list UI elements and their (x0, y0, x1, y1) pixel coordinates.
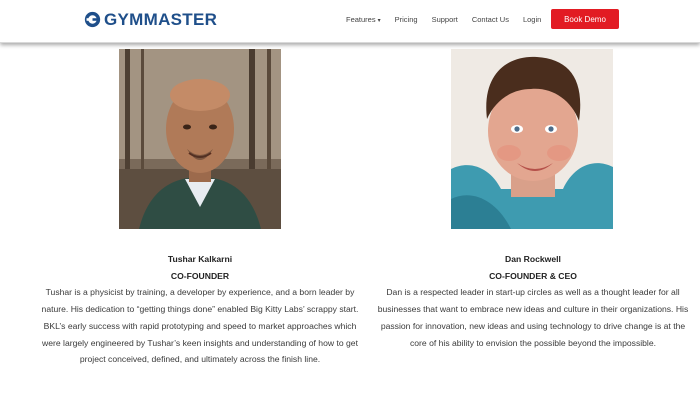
nav-item-features-label: Features (346, 14, 376, 24)
book-demo-button[interactable]: Book Demo (551, 9, 619, 29)
nav-item-contact[interactable]: Contact Us (472, 15, 509, 24)
nav-item-features[interactable]: Features ▾ (346, 15, 381, 24)
profile-name: Tushar Kalkarni (167, 254, 233, 264)
top-navbar: GYMMASTER Features ▾ Pricing Support Cont… (0, 0, 700, 43)
profile-photo-dan (451, 49, 613, 229)
brand-logo[interactable]: GYMMASTER (84, 9, 217, 29)
brand-name: GYMMASTER (104, 9, 218, 29)
profile-bio: Dan is a respected leader in start-up ci… (377, 287, 689, 348)
profile-name: Dan Rockwell (505, 254, 561, 264)
nav-menu: Features ▾ Pricing Support Contact Us Log… (346, 0, 555, 38)
nav-item-support[interactable]: Support (432, 15, 458, 24)
chevron-down-icon: ▾ (377, 17, 381, 24)
nav-item-pricing[interactable]: Pricing (395, 15, 418, 24)
profile-bio: Tushar is a physicist by training, a dev… (41, 287, 359, 365)
nav-item-login[interactable]: Login (523, 15, 541, 24)
profile-photo-tushar (119, 49, 281, 229)
profile-role: CO-FOUNDER & CEO (489, 270, 577, 281)
profile-role: CO-FOUNDER (170, 270, 230, 281)
gymmaster-logo-icon (84, 11, 101, 27)
profile-card-dan: Dan Rockwell CO-FOUNDER & CEO Dan is a r… (374, 251, 692, 351)
profile-card-tushar: Tushar Kalkarni CO-FOUNDER Tushar is a p… (40, 251, 360, 368)
